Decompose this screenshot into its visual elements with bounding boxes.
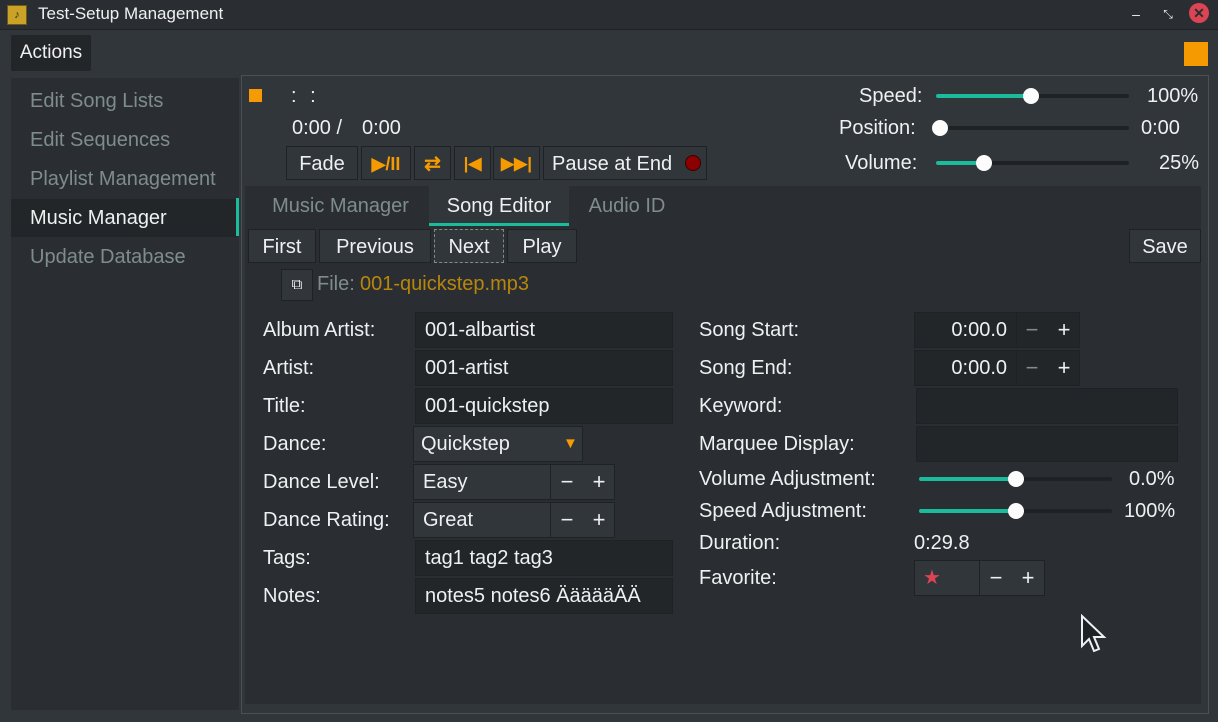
volume-value: 25% [1159,152,1200,174]
play-button[interactable]: Play [507,229,577,263]
speed-adjustment-value: 100% [1124,500,1176,522]
tab-music-manager[interactable]: Music Manager [257,186,424,226]
song-start-field[interactable]: 0:00.0 [914,312,1017,348]
album-artist-field[interactable]: 001-albartist [415,312,673,348]
pause-at-end-led-icon [685,155,701,171]
duration-label: Duration: [699,532,781,554]
sidebar-item-update-database[interactable]: Update Database [11,238,237,276]
elapsed-time: 0:00 / [292,117,343,139]
dance-level-plus-button[interactable]: + [584,469,614,495]
marquee-display-label: Marquee Display: [699,433,855,455]
sidebar-active-indicator [236,198,239,236]
song-end-field[interactable]: 0:00.0 [914,350,1017,386]
song-editor-panel [245,226,1201,704]
minimize-button[interactable]: – [1125,3,1147,25]
pause-at-end-label: Pause at End [552,153,673,175]
volume-adjustment-label: Volume Adjustment: [699,468,876,490]
dance-level-label: Dance Level: [263,471,380,493]
favorite-star-icon: ★ [923,567,941,589]
previous-track-icon[interactable]: |◀ [454,146,491,180]
keyword-label: Keyword: [699,395,783,417]
tab-song-editor[interactable]: Song Editor [429,186,569,226]
speed-value: 100% [1147,85,1199,107]
tags-label: Tags: [263,547,311,569]
song-end-plus-button[interactable]: + [1049,355,1079,381]
volume-adjustment-slider-fill [919,477,1016,481]
dance-level-field[interactable]: Easy [413,464,551,500]
position-slider-handle[interactable] [932,120,948,136]
dance-rating-field[interactable]: Great [413,502,551,538]
artist-field[interactable]: 001-artist [415,350,673,386]
dance-level-minus-button[interactable]: − [552,469,582,495]
dance-rating-plus-button[interactable]: + [584,507,614,533]
notes-label: Notes: [263,585,321,607]
title-label: Title: [263,395,306,417]
duration-value: 0:29.8 [914,532,970,554]
song-title: : : [291,85,320,107]
song-start-label: Song Start: [699,319,800,341]
notes-field[interactable]: notes5 notes6 ÄääääÄÄ [415,578,673,614]
play-pause-icon[interactable]: ▶/II [361,146,411,180]
album-artist-label: Album Artist: [263,319,376,341]
window-title: Test-Setup Management [38,4,224,23]
sidebar-item-playlist-management[interactable]: Playlist Management [11,160,237,198]
restore-button[interactable]: ⤡ [1157,3,1179,25]
tags-field[interactable]: tag1 tag2 tag3 [415,540,673,576]
position-value: 0:00 [1141,117,1180,139]
song-start-plus-button[interactable]: + [1049,317,1079,343]
stop-indicator [249,89,262,102]
pause-at-end-button[interactable]: Pause at End [543,146,707,180]
sidebar-item-music-manager[interactable]: Music Manager [11,199,237,237]
file-label: File: [317,273,355,295]
marquee-display-field[interactable] [916,426,1178,462]
actions-menu[interactable]: Actions [11,35,91,71]
dance-rating-label: Dance Rating: [263,509,390,531]
fade-button[interactable]: Fade [286,146,358,180]
status-indicator [1184,42,1208,66]
keyword-field[interactable] [916,388,1178,424]
next-button[interactable]: Next [434,229,504,263]
speed-adjustment-slider-fill [919,509,1016,513]
volume-slider-handle[interactable] [976,155,992,171]
speed-adjustment-handle[interactable] [1008,503,1024,519]
sidebar-item-edit-sequences[interactable]: Edit Sequences [11,121,237,159]
close-button[interactable]: ✕ [1189,3,1209,23]
artist-label: Artist: [263,357,315,379]
copy-path-icon[interactable]: ⧉ [281,269,313,301]
mouse-cursor-icon [1081,614,1107,653]
sidebar-item-edit-song-lists[interactable]: Edit Song Lists [11,82,237,120]
song-end-minus-button[interactable]: − [1017,355,1047,381]
dance-select-value: Quickstep [421,433,510,455]
speed-slider-fill [936,94,1031,98]
speed-slider-handle[interactable] [1023,88,1039,104]
position-label: Position: [839,117,916,139]
menu-bar [0,30,1218,74]
volume-adjustment-value: 0.0% [1129,468,1175,490]
song-start-minus-button[interactable]: − [1017,317,1047,343]
volume-label: Volume: [845,152,918,174]
favorite-label: Favorite: [699,567,777,589]
speed-adjustment-label: Speed Adjustment: [699,500,867,522]
total-time: 0:00 [362,117,401,139]
title-field[interactable]: 001-quickstep [415,388,673,424]
favorite-minus-button[interactable]: − [981,565,1011,591]
favorite-field[interactable]: ★ [914,560,980,596]
volume-adjustment-handle[interactable] [1008,471,1024,487]
position-slider[interactable] [936,126,1129,130]
tab-audio-id[interactable]: Audio ID [575,186,679,226]
app-icon: ♪ [7,5,27,25]
previous-button[interactable]: Previous [319,229,431,263]
dance-label: Dance: [263,433,327,455]
save-button[interactable]: Save [1129,229,1201,263]
file-name: 001-quickstep.mp3 [360,273,529,295]
dance-rating-minus-button[interactable]: − [552,507,582,533]
favorite-plus-button[interactable]: + [1013,565,1043,591]
dropdown-arrow-icon: ▼ [563,435,578,452]
first-button[interactable]: First [248,229,316,263]
dance-select[interactable]: Quickstep [413,426,583,462]
song-end-label: Song End: [699,357,793,379]
next-track-icon[interactable]: ▶▶| [493,146,540,180]
loop-icon[interactable]: ⇄ [414,146,451,180]
speed-label: Speed: [859,85,923,107]
